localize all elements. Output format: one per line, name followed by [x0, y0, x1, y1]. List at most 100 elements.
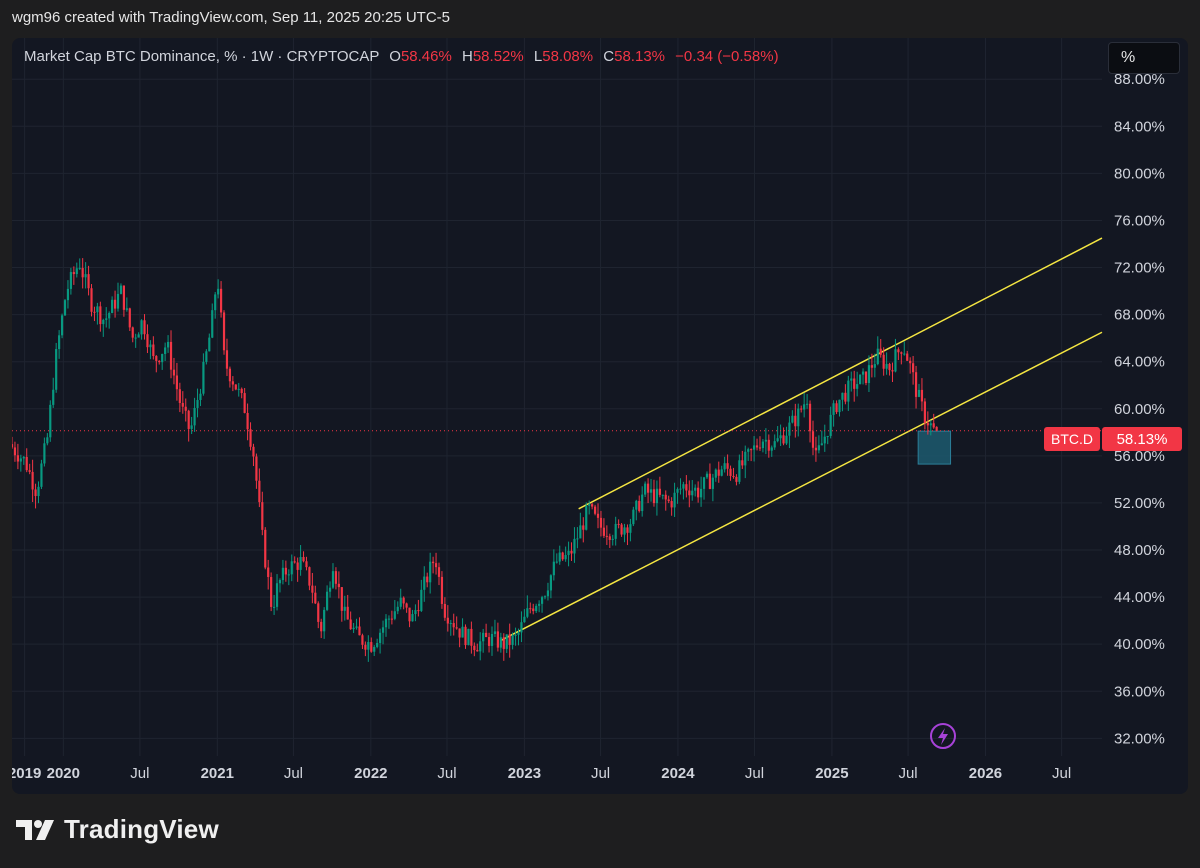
candle [564, 546, 567, 562]
candle [529, 602, 532, 614]
candle [364, 641, 367, 657]
target-box[interactable] [917, 430, 952, 465]
candle [296, 557, 299, 582]
candle [502, 633, 505, 661]
candle [867, 355, 871, 393]
candle [367, 635, 370, 662]
candle [755, 438, 759, 451]
candle [52, 377, 55, 408]
candle [414, 604, 417, 622]
candle [770, 445, 773, 457]
candle [376, 638, 379, 649]
candle [452, 613, 455, 636]
target-box-layer [917, 430, 952, 465]
candle [373, 645, 376, 656]
candle [526, 595, 529, 619]
price-tag-value: 58.13% [1117, 431, 1168, 448]
candle [897, 347, 900, 361]
candle [596, 503, 600, 529]
channel-lines [500, 237, 1103, 642]
candle [81, 258, 84, 289]
candle [423, 566, 426, 602]
credit-text: wgm96 created with TradingView.com, Sep … [12, 9, 451, 26]
candle [499, 632, 502, 653]
candle [670, 497, 673, 516]
candle [264, 527, 267, 570]
percent-scale-button[interactable]: % [1108, 42, 1180, 74]
candle [850, 371, 853, 392]
candle [267, 559, 270, 590]
candle [196, 388, 199, 418]
brand[interactable]: TradingView [16, 814, 219, 845]
candle [717, 461, 720, 483]
candle [113, 290, 117, 318]
legend-low-value: 58.08% [542, 48, 594, 65]
candle [16, 443, 19, 470]
candle [805, 394, 809, 409]
candle [164, 342, 167, 361]
brand-name: TradingView [64, 814, 219, 844]
y-tick-label: 84.00% [1114, 118, 1165, 135]
candle [738, 454, 741, 485]
candle [508, 623, 511, 658]
candle [823, 424, 826, 452]
candle [12, 436, 14, 449]
candle [482, 628, 485, 653]
candle [714, 468, 717, 482]
legend-high-value: 58.52% [472, 48, 524, 65]
candle [43, 437, 46, 467]
candle [275, 574, 279, 611]
candle [99, 301, 102, 332]
candle [620, 523, 623, 537]
legend-open-value: 58.46% [400, 48, 452, 65]
candle [199, 388, 202, 407]
candle [873, 353, 876, 378]
candle [788, 416, 791, 449]
candle [417, 599, 420, 617]
x-tick-label: 2021 [201, 765, 234, 782]
candle [679, 478, 682, 495]
candle [402, 596, 405, 610]
candle [381, 620, 385, 645]
candle [697, 481, 700, 503]
candle [514, 627, 517, 646]
candle [591, 502, 594, 510]
candle [629, 518, 632, 542]
chart-legend: Market Cap BTC Dominance, % · 1W · CRYPT… [24, 48, 779, 65]
candle [496, 622, 499, 652]
candle [302, 551, 305, 563]
y-tick-label: 76.00% [1114, 212, 1165, 229]
candle [437, 562, 441, 586]
candle [493, 619, 497, 637]
grid-lines [12, 38, 1102, 756]
candle [420, 579, 423, 612]
candle [66, 280, 70, 309]
candle [532, 603, 535, 615]
candle [234, 384, 237, 391]
candle [75, 262, 78, 278]
channel-upper-line[interactable] [578, 237, 1103, 510]
candle [169, 330, 173, 379]
candle [711, 473, 714, 502]
candle [635, 499, 638, 521]
x-tick-label: Jul [437, 765, 456, 782]
x-tick-label: Jul [284, 765, 303, 782]
candle [252, 443, 255, 467]
chart-panel[interactable]: 88.00% 84.00% 80.00% 76.00% 72.00% 68.00% 64.0… [12, 38, 1188, 794]
candle [885, 352, 888, 375]
candle [750, 448, 753, 462]
lightning-bolt-icon[interactable] [930, 723, 956, 749]
candle [337, 571, 340, 599]
candlestick-chart[interactable]: 88.00%84.00%80.00%76.00%72.00%68.00%64.0… [12, 38, 1188, 794]
candle [55, 342, 58, 393]
channel-lower-line[interactable] [500, 331, 1103, 642]
candle [270, 572, 273, 612]
candle [125, 297, 128, 312]
candle [664, 490, 667, 511]
y-tick-label: 44.00% [1114, 589, 1165, 606]
candle [723, 456, 726, 473]
candle [187, 409, 190, 442]
candle [325, 585, 329, 612]
candle [467, 628, 470, 646]
candle [649, 478, 653, 502]
